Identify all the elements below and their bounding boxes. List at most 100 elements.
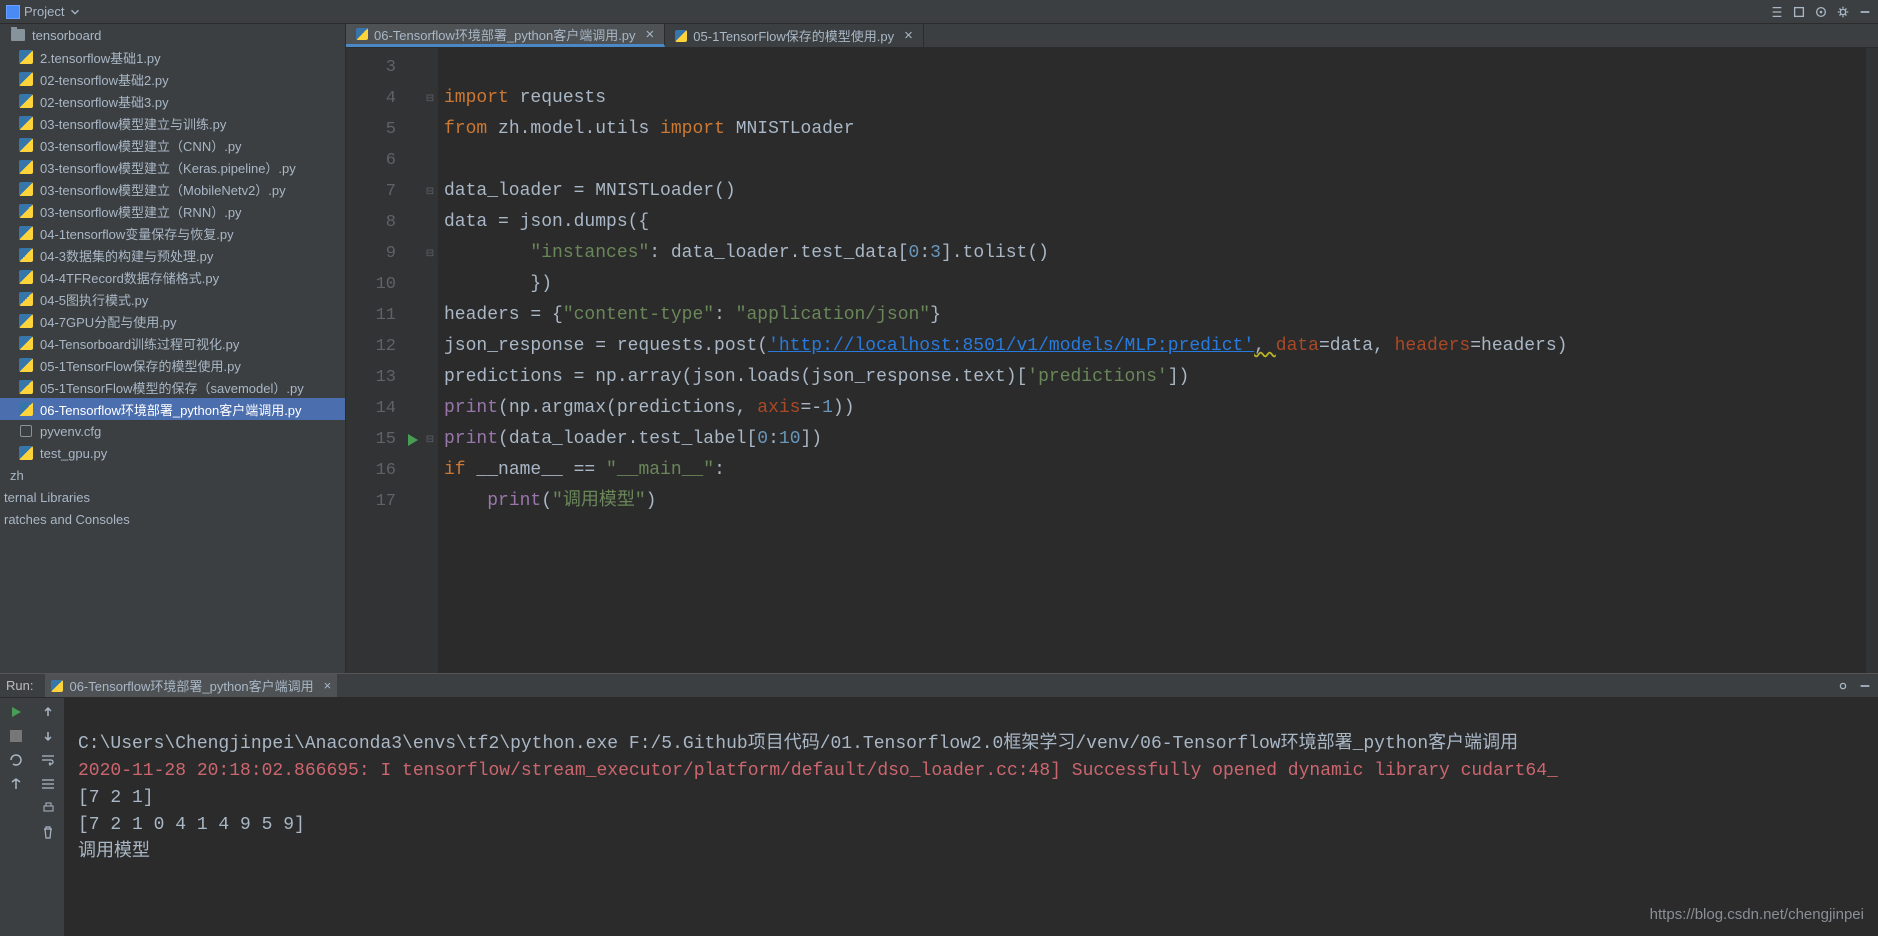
tree-file-label: 04-4TFRecord数据存储格式.py xyxy=(40,268,219,287)
python-file-icon xyxy=(19,50,33,64)
python-file-icon xyxy=(19,72,33,86)
up-button[interactable] xyxy=(40,704,56,720)
run-layout-toolbar xyxy=(32,698,64,936)
project-icon xyxy=(6,5,20,19)
tree-file-label: 05-1TensorFlow保存的模型使用.py xyxy=(40,356,241,375)
tree-file-label: 04-7GPU分配与使用.py xyxy=(40,312,177,331)
run-tool-window: Run: 06-Tensorflow环境部署_python客户端调用 × xyxy=(0,673,1878,873)
collapse-icon[interactable] xyxy=(1770,5,1784,19)
project-toolbar: Project xyxy=(0,0,1878,24)
tree-folder[interactable]: zh xyxy=(0,464,345,486)
tree-file[interactable]: 03-tensorflow模型建立（MobileNetv2）.py xyxy=(0,178,345,200)
tree-file-label: 03-tensorflow模型建立（Keras.pipeline）.py xyxy=(40,158,296,177)
tree-file[interactable]: 03-tensorflow模型建立（RNN）.py xyxy=(0,200,345,222)
run-gutter-icon[interactable] xyxy=(408,434,418,446)
tab[interactable]: 05-1TensorFlow保存的模型使用.py × xyxy=(665,24,924,47)
python-file-icon xyxy=(19,402,33,416)
tree-folder-root[interactable]: tensorboard xyxy=(0,24,345,46)
close-icon[interactable]: × xyxy=(324,678,332,693)
soft-wrap-button[interactable] xyxy=(40,752,56,768)
python-file-icon xyxy=(19,358,33,372)
python-file-icon xyxy=(19,138,33,152)
locate-icon[interactable] xyxy=(1814,5,1828,19)
tree-label: ratches and Consoles xyxy=(4,512,130,527)
error-stripe[interactable] xyxy=(1866,48,1878,673)
tree-scratches[interactable]: ratches and Consoles xyxy=(0,508,345,530)
tree-file-label: 03-tensorflow模型建立（CNN）.py xyxy=(40,136,242,155)
tree-file[interactable]: 04-Tensorboard训练过程可视化.py xyxy=(0,332,345,354)
console-line-error: 2020-11-28 20:18:02.866695: I tensorflow… xyxy=(78,761,1558,781)
stop-button[interactable] xyxy=(8,728,24,744)
python-file-icon xyxy=(51,680,63,692)
tree-file-label: 03-tensorflow模型建立（MobileNetv2）.py xyxy=(40,180,286,199)
console-output[interactable]: C:\Users\Chengjinpei\Anaconda3\envs\tf2\… xyxy=(64,698,1878,936)
python-file-icon xyxy=(19,248,33,262)
tree-file[interactable]: 03-tensorflow模型建立（CNN）.py xyxy=(0,134,345,156)
tree-file[interactable]: 05-1TensorFlow保存的模型使用.py xyxy=(0,354,345,376)
minimize-icon[interactable] xyxy=(1858,5,1872,19)
run-config-tab[interactable]: 06-Tensorflow环境部署_python客户端调用 × xyxy=(45,674,337,697)
restart-button[interactable] xyxy=(8,752,24,768)
python-file-icon xyxy=(19,116,33,130)
close-icon[interactable]: × xyxy=(904,27,913,44)
minimize-icon[interactable] xyxy=(1858,679,1872,693)
chevron-down-icon[interactable] xyxy=(68,5,82,19)
tree-file-label: 02-tensorflow基础3.py xyxy=(40,92,169,111)
tree-file[interactable]: 04-3数据集的构建与预处理.py xyxy=(0,244,345,266)
tree-file[interactable]: 04-4TFRecord数据存储格式.py xyxy=(0,266,345,288)
project-title: Project xyxy=(24,4,64,19)
python-file-icon xyxy=(19,182,33,196)
project-sidebar: tensorboard 2.tensorflow基础1.py 02-tensor… xyxy=(0,24,346,673)
gutter-run-markers xyxy=(404,48,422,673)
expand-icon[interactable] xyxy=(1792,5,1806,19)
python-file-icon xyxy=(675,30,687,42)
code-editor[interactable]: 345 678 91011 121314 151617 ⊟ xyxy=(346,48,1878,673)
tree-file-label: 02-tensorflow基础2.py xyxy=(40,70,169,89)
down-button[interactable] xyxy=(40,728,56,744)
console-line: 调用模型 xyxy=(78,842,150,862)
tree-file-label: 04-5图执行模式.py xyxy=(40,290,148,309)
gear-icon[interactable] xyxy=(1836,5,1850,19)
print-button[interactable] xyxy=(40,800,56,816)
tree-file[interactable]: 04-5图执行模式.py xyxy=(0,288,345,310)
python-file-icon xyxy=(19,226,33,240)
tree-file[interactable]: 03-tensorflow模型建立（Keras.pipeline）.py xyxy=(0,156,345,178)
code-content[interactable]: import requests from zh.model.utils impo… xyxy=(438,48,1866,673)
watermark: https://blog.csdn.net/chengjinpei xyxy=(1650,901,1864,928)
python-file-icon xyxy=(19,314,33,328)
tree-file-selected[interactable]: 06-Tensorflow环境部署_python客户端调用.py xyxy=(0,398,345,420)
tree-folder-label: tensorboard xyxy=(32,28,101,43)
tree-file[interactable]: test_gpu.py xyxy=(0,442,345,464)
python-file-icon xyxy=(19,204,33,218)
tree-file-label: 2.tensorflow基础1.py xyxy=(40,48,161,67)
run-tab-label: 06-Tensorflow环境部署_python客户端调用 xyxy=(69,676,313,695)
editor-tabs: 06-Tensorflow环境部署_python客户端调用.py × 05-1T… xyxy=(346,24,1878,48)
tree-file-label: 04-Tensorboard训练过程可视化.py xyxy=(40,334,239,353)
console-line: [7 2 1 0 4 1 4 9 5 9] xyxy=(78,815,305,835)
tree-file[interactable]: 03-tensorflow模型建立与训练.py xyxy=(0,112,345,134)
tree-file[interactable]: pyvenv.cfg xyxy=(0,420,345,442)
tree-file[interactable]: 04-7GPU分配与使用.py xyxy=(0,310,345,332)
scroll-to-end-button[interactable] xyxy=(40,776,56,792)
tree-external-libraries[interactable]: ternal Libraries xyxy=(0,486,345,508)
tree-file[interactable]: 05-1TensorFlow模型的保存（savemodel）.py xyxy=(0,376,345,398)
python-file-icon xyxy=(19,380,33,394)
tree-file[interactable]: 2.tensorflow基础1.py xyxy=(0,46,345,68)
tree-file[interactable]: 02-tensorflow基础3.py xyxy=(0,90,345,112)
tree-file[interactable]: 04-1tensorflow变量保存与恢复.py xyxy=(0,222,345,244)
gear-icon[interactable] xyxy=(1836,679,1850,693)
close-icon[interactable]: × xyxy=(646,26,655,43)
config-file-icon xyxy=(20,425,32,437)
tree-file-label: 04-1tensorflow变量保存与恢复.py xyxy=(40,224,234,243)
run-button[interactable] xyxy=(8,704,24,720)
pin-button[interactable] xyxy=(8,776,24,792)
tree-file-label: 03-tensorflow模型建立（RNN）.py xyxy=(40,202,242,221)
tree-file[interactable]: 02-tensorflow基础2.py xyxy=(0,68,345,90)
python-file-icon xyxy=(19,446,33,460)
trash-button[interactable] xyxy=(40,824,56,840)
tree-label: ternal Libraries xyxy=(4,490,90,505)
tab-active[interactable]: 06-Tensorflow环境部署_python客户端调用.py × xyxy=(346,24,665,47)
tree-file-label: 05-1TensorFlow模型的保存（savemodel）.py xyxy=(40,378,304,397)
run-actions-toolbar xyxy=(0,698,32,936)
tree-file-label: 06-Tensorflow环境部署_python客户端调用.py xyxy=(40,400,302,419)
